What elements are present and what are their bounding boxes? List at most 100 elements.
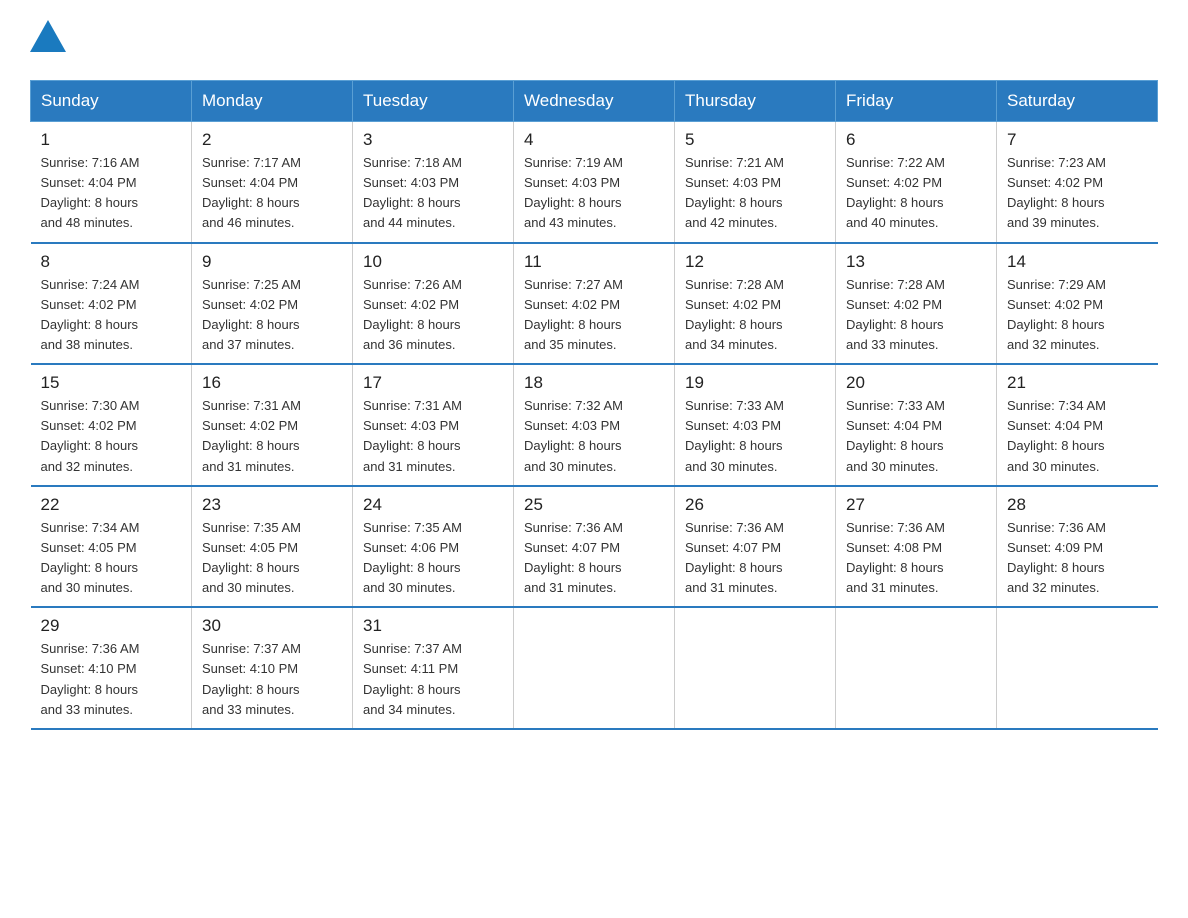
header-cell-friday: Friday — [836, 81, 997, 122]
day-info: Sunrise: 7:36 AM Sunset: 4:08 PM Dayligh… — [846, 518, 986, 599]
header-cell-monday: Monday — [192, 81, 353, 122]
day-cell: 8 Sunrise: 7:24 AM Sunset: 4:02 PM Dayli… — [31, 243, 192, 365]
day-number: 22 — [41, 495, 182, 515]
day-cell: 25 Sunrise: 7:36 AM Sunset: 4:07 PM Dayl… — [514, 486, 675, 608]
day-number: 14 — [1007, 252, 1148, 272]
day-number: 11 — [524, 252, 664, 272]
day-number: 8 — [41, 252, 182, 272]
header-row: SundayMondayTuesdayWednesdayThursdayFrid… — [31, 81, 1158, 122]
day-number: 13 — [846, 252, 986, 272]
day-info: Sunrise: 7:24 AM Sunset: 4:02 PM Dayligh… — [41, 275, 182, 356]
day-cell — [997, 607, 1158, 729]
day-number: 9 — [202, 252, 342, 272]
header-cell-tuesday: Tuesday — [353, 81, 514, 122]
day-info: Sunrise: 7:31 AM Sunset: 4:02 PM Dayligh… — [202, 396, 342, 477]
day-number: 16 — [202, 373, 342, 393]
day-info: Sunrise: 7:36 AM Sunset: 4:09 PM Dayligh… — [1007, 518, 1148, 599]
day-info: Sunrise: 7:35 AM Sunset: 4:05 PM Dayligh… — [202, 518, 342, 599]
day-cell: 17 Sunrise: 7:31 AM Sunset: 4:03 PM Dayl… — [353, 364, 514, 486]
week-row-4: 22 Sunrise: 7:34 AM Sunset: 4:05 PM Dayl… — [31, 486, 1158, 608]
day-cell: 14 Sunrise: 7:29 AM Sunset: 4:02 PM Dayl… — [997, 243, 1158, 365]
calendar-header: SundayMondayTuesdayWednesdayThursdayFrid… — [31, 81, 1158, 122]
day-info: Sunrise: 7:31 AM Sunset: 4:03 PM Dayligh… — [363, 396, 503, 477]
week-row-1: 1 Sunrise: 7:16 AM Sunset: 4:04 PM Dayli… — [31, 122, 1158, 243]
header-cell-thursday: Thursday — [675, 81, 836, 122]
day-cell: 3 Sunrise: 7:18 AM Sunset: 4:03 PM Dayli… — [353, 122, 514, 243]
day-info: Sunrise: 7:19 AM Sunset: 4:03 PM Dayligh… — [524, 153, 664, 234]
day-info: Sunrise: 7:36 AM Sunset: 4:07 PM Dayligh… — [685, 518, 825, 599]
day-cell: 4 Sunrise: 7:19 AM Sunset: 4:03 PM Dayli… — [514, 122, 675, 243]
day-cell: 5 Sunrise: 7:21 AM Sunset: 4:03 PM Dayli… — [675, 122, 836, 243]
day-info: Sunrise: 7:22 AM Sunset: 4:02 PM Dayligh… — [846, 153, 986, 234]
logo — [30, 20, 72, 60]
day-number: 26 — [685, 495, 825, 515]
day-cell: 18 Sunrise: 7:32 AM Sunset: 4:03 PM Dayl… — [514, 364, 675, 486]
day-info: Sunrise: 7:32 AM Sunset: 4:03 PM Dayligh… — [524, 396, 664, 477]
day-cell: 1 Sunrise: 7:16 AM Sunset: 4:04 PM Dayli… — [31, 122, 192, 243]
day-number: 17 — [363, 373, 503, 393]
day-info: Sunrise: 7:23 AM Sunset: 4:02 PM Dayligh… — [1007, 153, 1148, 234]
day-cell: 20 Sunrise: 7:33 AM Sunset: 4:04 PM Dayl… — [836, 364, 997, 486]
day-cell: 16 Sunrise: 7:31 AM Sunset: 4:02 PM Dayl… — [192, 364, 353, 486]
day-info: Sunrise: 7:18 AM Sunset: 4:03 PM Dayligh… — [363, 153, 503, 234]
week-row-2: 8 Sunrise: 7:24 AM Sunset: 4:02 PM Dayli… — [31, 243, 1158, 365]
day-number: 21 — [1007, 373, 1148, 393]
day-info: Sunrise: 7:37 AM Sunset: 4:10 PM Dayligh… — [202, 639, 342, 720]
day-cell — [836, 607, 997, 729]
day-info: Sunrise: 7:37 AM Sunset: 4:11 PM Dayligh… — [363, 639, 503, 720]
day-cell: 26 Sunrise: 7:36 AM Sunset: 4:07 PM Dayl… — [675, 486, 836, 608]
day-number: 23 — [202, 495, 342, 515]
day-number: 5 — [685, 130, 825, 150]
day-cell: 11 Sunrise: 7:27 AM Sunset: 4:02 PM Dayl… — [514, 243, 675, 365]
day-cell: 7 Sunrise: 7:23 AM Sunset: 4:02 PM Dayli… — [997, 122, 1158, 243]
day-number: 19 — [685, 373, 825, 393]
day-cell: 31 Sunrise: 7:37 AM Sunset: 4:11 PM Dayl… — [353, 607, 514, 729]
day-info: Sunrise: 7:34 AM Sunset: 4:04 PM Dayligh… — [1007, 396, 1148, 477]
day-cell: 15 Sunrise: 7:30 AM Sunset: 4:02 PM Dayl… — [31, 364, 192, 486]
header-cell-wednesday: Wednesday — [514, 81, 675, 122]
day-info: Sunrise: 7:16 AM Sunset: 4:04 PM Dayligh… — [41, 153, 182, 234]
day-number: 28 — [1007, 495, 1148, 515]
day-cell: 19 Sunrise: 7:33 AM Sunset: 4:03 PM Dayl… — [675, 364, 836, 486]
day-info: Sunrise: 7:33 AM Sunset: 4:04 PM Dayligh… — [846, 396, 986, 477]
week-row-3: 15 Sunrise: 7:30 AM Sunset: 4:02 PM Dayl… — [31, 364, 1158, 486]
header-cell-sunday: Sunday — [31, 81, 192, 122]
day-cell — [675, 607, 836, 729]
day-info: Sunrise: 7:21 AM Sunset: 4:03 PM Dayligh… — [685, 153, 825, 234]
day-number: 1 — [41, 130, 182, 150]
day-number: 10 — [363, 252, 503, 272]
day-number: 12 — [685, 252, 825, 272]
day-cell: 28 Sunrise: 7:36 AM Sunset: 4:09 PM Dayl… — [997, 486, 1158, 608]
day-info: Sunrise: 7:34 AM Sunset: 4:05 PM Dayligh… — [41, 518, 182, 599]
day-cell: 21 Sunrise: 7:34 AM Sunset: 4:04 PM Dayl… — [997, 364, 1158, 486]
day-number: 31 — [363, 616, 503, 636]
day-number: 30 — [202, 616, 342, 636]
day-number: 25 — [524, 495, 664, 515]
day-info: Sunrise: 7:25 AM Sunset: 4:02 PM Dayligh… — [202, 275, 342, 356]
day-cell: 24 Sunrise: 7:35 AM Sunset: 4:06 PM Dayl… — [353, 486, 514, 608]
day-number: 27 — [846, 495, 986, 515]
header-cell-saturday: Saturday — [997, 81, 1158, 122]
day-info: Sunrise: 7:33 AM Sunset: 4:03 PM Dayligh… — [685, 396, 825, 477]
day-cell: 29 Sunrise: 7:36 AM Sunset: 4:10 PM Dayl… — [31, 607, 192, 729]
day-info: Sunrise: 7:28 AM Sunset: 4:02 PM Dayligh… — [685, 275, 825, 356]
day-number: 20 — [846, 373, 986, 393]
day-cell: 22 Sunrise: 7:34 AM Sunset: 4:05 PM Dayl… — [31, 486, 192, 608]
day-info: Sunrise: 7:36 AM Sunset: 4:10 PM Dayligh… — [41, 639, 182, 720]
calendar-body: 1 Sunrise: 7:16 AM Sunset: 4:04 PM Dayli… — [31, 122, 1158, 729]
day-info: Sunrise: 7:36 AM Sunset: 4:07 PM Dayligh… — [524, 518, 664, 599]
day-info: Sunrise: 7:30 AM Sunset: 4:02 PM Dayligh… — [41, 396, 182, 477]
day-info: Sunrise: 7:29 AM Sunset: 4:02 PM Dayligh… — [1007, 275, 1148, 356]
day-number: 6 — [846, 130, 986, 150]
day-cell: 10 Sunrise: 7:26 AM Sunset: 4:02 PM Dayl… — [353, 243, 514, 365]
day-cell: 30 Sunrise: 7:37 AM Sunset: 4:10 PM Dayl… — [192, 607, 353, 729]
calendar-table: SundayMondayTuesdayWednesdayThursdayFrid… — [30, 80, 1158, 730]
day-number: 4 — [524, 130, 664, 150]
day-info: Sunrise: 7:17 AM Sunset: 4:04 PM Dayligh… — [202, 153, 342, 234]
day-cell: 9 Sunrise: 7:25 AM Sunset: 4:02 PM Dayli… — [192, 243, 353, 365]
day-info: Sunrise: 7:35 AM Sunset: 4:06 PM Dayligh… — [363, 518, 503, 599]
day-cell: 6 Sunrise: 7:22 AM Sunset: 4:02 PM Dayli… — [836, 122, 997, 243]
day-cell: 23 Sunrise: 7:35 AM Sunset: 4:05 PM Dayl… — [192, 486, 353, 608]
day-number: 29 — [41, 616, 182, 636]
day-number: 7 — [1007, 130, 1148, 150]
